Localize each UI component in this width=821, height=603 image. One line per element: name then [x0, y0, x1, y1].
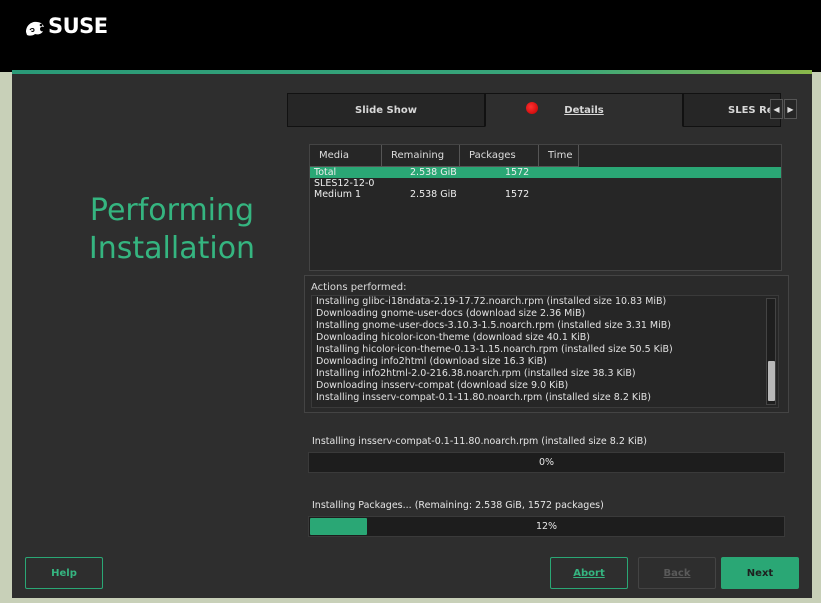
next-button[interactable]: Next — [721, 557, 799, 589]
cell-media: Medium 1 — [314, 189, 362, 200]
log-line: Downloading hicolor-icon-theme (download… — [316, 332, 591, 343]
total-progress-text: 12% — [535, 521, 558, 532]
log-line: Installing hicolor-icon-theme-0.13-1.15.… — [316, 344, 673, 355]
column-header-time[interactable]: Time — [539, 145, 579, 167]
chevron-left-icon: ◀ — [773, 104, 780, 114]
cell-media: Total — [314, 167, 337, 178]
log-line: Installing gnome-user-docs-3.10.3-1.5.no… — [316, 320, 671, 331]
cell-media: SLES12-12-0 — [314, 178, 375, 189]
column-header-packages[interactable]: Packages — [460, 145, 539, 167]
installer-panel: Performing Installation Slide Show Detai… — [12, 74, 812, 598]
back-button[interactable]: Back — [638, 557, 716, 589]
media-table[interactable]: Media Remaining Packages Time Total 2.53… — [309, 144, 782, 271]
page-title-line1: Performing — [89, 193, 255, 228]
log-scrollbar[interactable] — [766, 298, 776, 405]
log-line: Installing glibc-i18ndata-2.19-17.72.noa… — [316, 296, 667, 307]
current-package-progress-bar: 0% — [308, 452, 785, 473]
total-progress-bar: 12% — [308, 516, 785, 537]
actions-log[interactable]: Installing glibc-i18ndata-2.19-17.72.noa… — [311, 295, 779, 408]
chameleon-icon — [26, 21, 44, 36]
media-table-header: Media Remaining Packages Time — [310, 145, 781, 167]
log-line: Downloading info2html (download size 16.… — [316, 356, 547, 367]
column-header-media[interactable]: Media — [310, 145, 382, 167]
tab-slide-show-label: Slide Show — [355, 104, 417, 116]
suse-logo: SUSE — [24, 14, 108, 38]
tab-slide-show[interactable]: Slide Show — [287, 93, 485, 127]
table-row[interactable]: Medium 1 2.538 GiB 1572 — [310, 189, 781, 200]
log-line: Downloading insserv-compat (download siz… — [316, 380, 569, 391]
abort-button[interactable]: Abort — [550, 557, 628, 589]
cell-packages: 1572 — [505, 167, 530, 178]
log-line: Installing insserv-compat-0.1-11.80.noar… — [316, 392, 651, 403]
tab-details-label: Details — [564, 104, 604, 116]
top-bar: SUSE — [0, 0, 821, 72]
logo-text: SUSE — [48, 14, 108, 38]
help-button[interactable]: Help — [25, 557, 103, 589]
table-row[interactable]: SLES12-12-0 — [310, 178, 781, 189]
column-header-remaining[interactable]: Remaining — [382, 145, 460, 167]
cell-remaining: 2.538 GiB — [410, 167, 457, 178]
tab-sles-label: SLES Re — [728, 104, 774, 116]
page-title-line2: Installation — [88, 231, 256, 266]
tab-sles-release-notes[interactable]: SLES Re — [683, 93, 781, 127]
total-progress-label: Installing Packages... (Remaining: 2.538… — [312, 500, 604, 511]
table-row[interactable]: Total 2.538 GiB 1572 — [310, 167, 781, 178]
current-package-label: Installing insserv-compat-0.1-11.80.noar… — [312, 436, 647, 447]
current-package-progress-text: 0% — [538, 457, 555, 468]
tab-scroll-right-button[interactable]: ▶ — [784, 99, 797, 119]
page-title: Performing Installation — [12, 192, 332, 268]
tab-scroll-left-button[interactable]: ◀ — [770, 99, 783, 119]
cell-remaining: 2.538 GiB — [410, 189, 457, 200]
log-line: Installing info2html-2.0-216.38.noarch.r… — [316, 368, 636, 379]
actions-performed-label: Actions performed: — [311, 282, 407, 293]
actions-performed-panel: Actions performed: Installing glibc-i18n… — [304, 275, 789, 413]
cell-packages: 1572 — [505, 189, 530, 200]
chevron-right-icon: ▶ — [787, 104, 794, 114]
status-dot-icon — [526, 102, 538, 114]
log-scrollbar-thumb[interactable] — [768, 361, 775, 401]
log-line: Downloading gnome-user-docs (download si… — [316, 308, 586, 319]
tab-details[interactable]: Details — [485, 93, 683, 127]
